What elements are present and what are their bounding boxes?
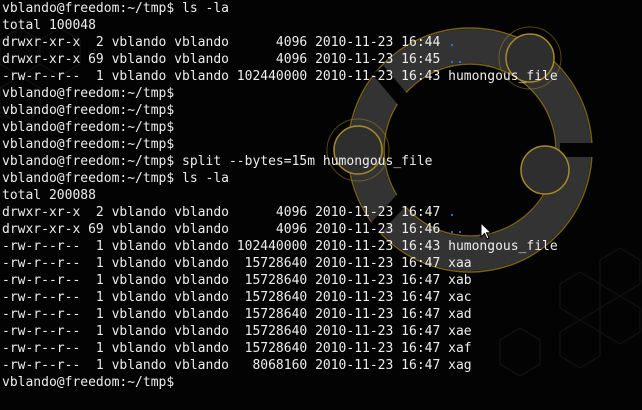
output-line: -rw-r--r-- 1 vblando vblando 15728640 20…: [2, 324, 472, 339]
output-line: drwxr-xr-x 69 vblando vblando 4096 2010-…: [2, 51, 558, 68]
directory-name: .: [448, 205, 456, 220]
terminal-output[interactable]: vblando@freedom:~/tmp$ ls -la total 10004…: [2, 0, 558, 391]
output-line: -rw-r--r-- 1 vblando vblando 102440000 2…: [2, 69, 558, 84]
output-line: -rw-r--r-- 1 vblando vblando 15728640 20…: [2, 256, 472, 271]
output-line: drwxr-xr-x 69 vblando vblando 4096 2010-…: [2, 221, 558, 238]
output-line: -rw-r--r-- 1 vblando vblando 15728640 20…: [2, 341, 472, 356]
listing-entry: drwxr-xr-x 2 vblando vblando 4096 2010-1…: [2, 35, 449, 50]
directory-name: ..: [448, 52, 464, 67]
directory-name: .: [448, 35, 456, 50]
output-line: total 200088: [2, 188, 96, 203]
listing-entry: drwxr-xr-x 69 vblando vblando 4096 2010-…: [2, 52, 449, 67]
output-line: -rw-r--r-- 1 vblando vblando 15728640 20…: [2, 273, 472, 288]
prompt-line[interactable]: vblando@freedom:~/tmp$: [2, 374, 558, 391]
terminal-window[interactable]: vblando@freedom:~/tmp$ ls -la total 10004…: [0, 0, 642, 410]
listing-entry: drwxr-xr-x 69 vblando vblando 4096 2010-…: [2, 222, 449, 237]
output-line: total 100048: [2, 18, 96, 33]
listing-entry: drwxr-xr-x 2 vblando vblando 4096 2010-1…: [2, 205, 449, 220]
prompt-line: vblando@freedom:~/tmp$: [2, 137, 175, 152]
output-line: -rw-r--r-- 1 vblando vblando 15728640 20…: [2, 290, 472, 305]
output-line: -rw-r--r-- 1 vblando vblando 102440000 2…: [2, 239, 558, 254]
prompt-line: vblando@freedom:~/tmp$ split --bytes=15m…: [2, 154, 433, 169]
prompt-line: vblando@freedom:~/tmp$ ls -la: [2, 171, 229, 186]
mouse-pointer-icon: [480, 222, 492, 240]
prompt-line: vblando@freedom:~/tmp$: [2, 86, 175, 101]
prompt-line: vblando@freedom:~/tmp$: [2, 103, 175, 118]
prompt-line: vblando@freedom:~/tmp$: [2, 120, 175, 135]
output-line: drwxr-xr-x 2 vblando vblando 4096 2010-1…: [2, 204, 558, 221]
output-line: drwxr-xr-x 2 vblando vblando 4096 2010-1…: [2, 34, 558, 51]
prompt-line: vblando@freedom:~/tmp$ ls -la: [2, 1, 229, 16]
output-line: -rw-r--r-- 1 vblando vblando 15728640 20…: [2, 307, 472, 322]
directory-name: ..: [448, 222, 464, 237]
output-line: -rw-r--r-- 1 vblando vblando 8068160 201…: [2, 358, 472, 373]
